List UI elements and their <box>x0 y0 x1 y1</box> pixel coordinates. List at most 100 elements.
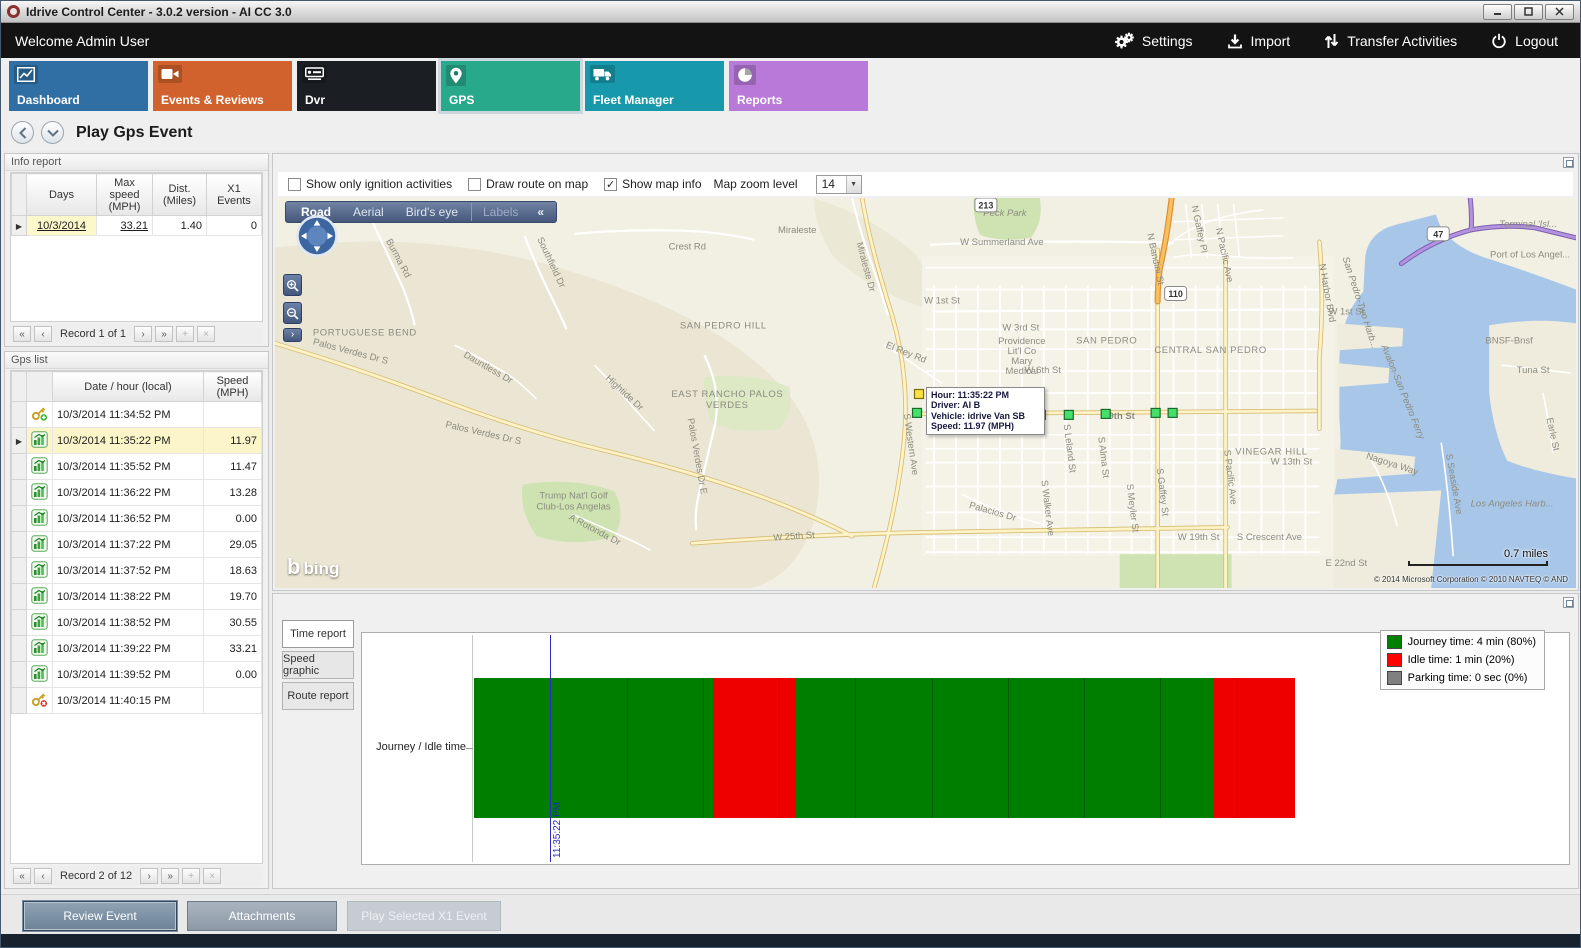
info-pager-next-button[interactable]: › <box>134 326 152 342</box>
journey-segment <box>796 678 1213 818</box>
gps-pager-append-button[interactable]: + <box>182 868 200 884</box>
sample-divider <box>627 678 628 818</box>
minimize-button[interactable] <box>1483 4 1512 20</box>
map-view[interactable]: MiralestePeck ParkW Summerland AveCrest … <box>275 198 1576 588</box>
chart-tab-speed-graphic[interactable]: Speed graphic <box>282 651 354 679</box>
legend-swatch <box>1387 671 1402 685</box>
transfer-activities-button[interactable]: Transfer Activities <box>1324 33 1457 49</box>
gps-pager-first-button[interactable]: « <box>13 868 31 884</box>
settings-button[interactable]: Settings <box>1114 32 1193 50</box>
map-style-tab-bird-s-eye[interactable]: Bird's eye <box>395 203 469 221</box>
gps-point-marker[interactable] <box>1168 408 1177 417</box>
gps-point-marker[interactable] <box>1064 410 1073 419</box>
map-label: 9th St <box>1109 411 1136 422</box>
gps-row[interactable]: 10/3/2014 11:38:52 PM30.55 <box>12 610 262 636</box>
gps-row[interactable]: 10/3/2014 11:40:15 PM <box>12 688 262 714</box>
sample-divider <box>1160 678 1161 818</box>
map-scale-line <box>1408 561 1548 566</box>
gps-row[interactable]: 10/3/2014 11:38:22 PM19.70 <box>12 584 262 610</box>
ignition-off-icon <box>31 699 48 711</box>
gps-pager-last-button[interactable]: » <box>161 868 179 884</box>
gps-pager-prev-button[interactable]: ‹ <box>34 868 52 884</box>
zoom-out-icon <box>286 307 299 320</box>
arrow-left-icon <box>17 127 29 139</box>
gps-row[interactable]: 10/3/2014 11:39:52 PM0.00 <box>12 662 262 688</box>
import-label: Import <box>1251 33 1291 49</box>
map-label: W 1st St <box>924 295 960 306</box>
show-only-ignition-checkbox[interactable]: Show only ignition activities <box>288 177 452 191</box>
col-dist[interactable]: Dist. (Miles) <box>153 174 207 216</box>
nav-tile-dvr[interactable]: Dvr <box>297 61 436 111</box>
col-max-speed[interactable]: Max speed (MPH) <box>97 174 153 216</box>
nav-tile-dashboard[interactable]: Dashboard <box>9 61 148 111</box>
days-cell[interactable]: 10/3/2014 <box>27 216 97 236</box>
map-style-tab-labels[interactable]: Labels <box>471 203 529 221</box>
gps-row[interactable]: ▶10/3/2014 11:35:22 PM11.97 <box>12 428 262 454</box>
import-button[interactable]: Import <box>1227 33 1291 49</box>
gps-row[interactable]: 10/3/2014 11:35:52 PM11.47 <box>12 454 262 480</box>
nav-tile-events-reviews[interactable]: Events & Reviews <box>153 61 292 111</box>
selected-gps-point-marker[interactable] <box>915 390 924 399</box>
gps-event-icon <box>31 543 48 555</box>
gps-datetime-cell: 10/3/2014 11:39:52 PM <box>53 662 204 688</box>
gps-row[interactable]: 10/3/2014 11:36:52 PM0.00 <box>12 506 262 532</box>
gps-row[interactable]: 10/3/2014 11:39:22 PM33.21 <box>12 636 262 662</box>
review-event-button[interactable]: Review Event <box>23 901 177 931</box>
chart-panel-collapse-button[interactable] <box>1563 597 1574 608</box>
logout-button[interactable]: Logout <box>1491 33 1558 49</box>
map-tabs-collapse-button[interactable]: « <box>529 203 552 221</box>
play-down-button[interactable] <box>41 121 64 144</box>
col-datetime[interactable]: Date / hour (local) <box>53 372 204 402</box>
chart-tab-time-report[interactable]: Time report <box>282 620 354 648</box>
info-pager-first-button[interactable]: « <box>13 326 31 342</box>
nav-tile-fleet-manager[interactable]: Fleet Manager <box>585 61 724 111</box>
map-tooltip-line: Hour: 11:35:22 PM <box>931 390 1040 400</box>
col-speed[interactable]: Speed (MPH) <box>204 372 262 402</box>
gps-point-marker[interactable] <box>1151 408 1160 417</box>
map-zoom-in-button[interactable] <box>283 274 302 296</box>
map-style-tab-aerial[interactable]: Aerial <box>342 203 395 221</box>
col-days[interactable]: Days <box>27 174 97 216</box>
info-pager-prev-button[interactable]: ‹ <box>34 326 52 342</box>
map-tooltip: Hour: 11:35:22 PMDriver: AI BVehicle: id… <box>926 387 1045 435</box>
map-zoom-out-button[interactable] <box>283 302 302 324</box>
gps-row[interactable]: 10/3/2014 11:37:22 PM29.05 <box>12 532 262 558</box>
road-shield-number: 47 <box>1433 229 1443 239</box>
map-panel-collapse-button[interactable] <box>1563 157 1574 168</box>
maximize-button[interactable] <box>1514 4 1543 20</box>
info-pager-append-button[interactable]: + <box>176 326 194 342</box>
map-zoom-level-select[interactable]: 14▼ <box>816 175 862 194</box>
map-label: Trump Nat'l Golf <box>539 490 608 501</box>
max-speed-cell[interactable]: 33.21 <box>97 216 153 236</box>
gps-row[interactable]: 10/3/2014 11:34:52 PM <box>12 402 262 428</box>
info-pager-delete-button[interactable]: × <box>197 326 215 342</box>
back-button[interactable] <box>11 121 34 144</box>
attachments-button[interactable]: Attachments <box>187 901 337 931</box>
map-controls-expander[interactable]: › <box>283 328 302 342</box>
nav-tile-reports[interactable]: Reports <box>729 61 868 111</box>
col-x1-events[interactable]: X1 Events <box>207 174 262 216</box>
gps-row[interactable]: 10/3/2014 11:37:52 PM18.63 <box>12 558 262 584</box>
chart-tab-route-report[interactable]: Route report <box>282 682 354 710</box>
time-report-panel: Time report Speed graphic Route report Jou… <box>272 593 1579 889</box>
play-selected-x1-event-button[interactable]: Play Selected X1 Event <box>347 901 501 931</box>
close-button[interactable] <box>1545 4 1574 20</box>
show-map-info-checkbox[interactable]: ✓Show map info <box>604 177 701 191</box>
minimize-icon <box>1493 7 1502 16</box>
draw-route-checkbox[interactable]: Draw route on map <box>468 177 588 191</box>
gps-row[interactable]: 10/3/2014 11:36:22 PM13.28 <box>12 480 262 506</box>
info-report-row[interactable]: ▶ 10/3/2014 33.21 1.40 0 <box>12 216 262 236</box>
gps-point-marker[interactable] <box>1101 409 1110 418</box>
gps-pager-delete-button[interactable]: × <box>203 868 221 884</box>
dist-cell: 1.40 <box>153 216 207 236</box>
map-label: W 13th St <box>1271 457 1313 468</box>
info-pager-last-button[interactable]: » <box>155 326 173 342</box>
nav-tile-gps[interactable]: GPS <box>441 61 580 111</box>
compass-icon <box>295 214 339 258</box>
chart-row-label: Journey / Idle time <box>364 741 466 753</box>
map-compass[interactable] <box>295 214 339 258</box>
checkbox-box-icon <box>468 178 481 191</box>
gps-point-marker[interactable] <box>913 408 922 417</box>
gps-speed-cell: 0.00 <box>204 662 262 688</box>
gps-pager-next-button[interactable]: › <box>140 868 158 884</box>
